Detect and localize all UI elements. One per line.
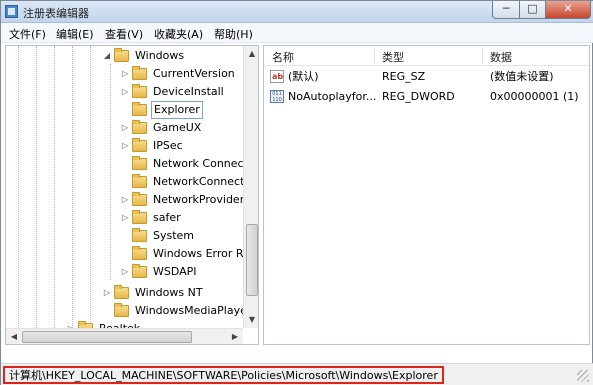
expand-arrow-icon[interactable]: ▷ (102, 284, 112, 302)
tree-node-label: Network Connect (153, 157, 248, 170)
value-type: REG_SZ (382, 70, 426, 83)
value-name: NoAutoplayfor... (288, 90, 377, 103)
value-type: REG_DWORD (382, 90, 455, 103)
menu-bar: 文件(F) 编辑(E) 查看(V) 收藏夹(A) 帮助(H) (1, 23, 593, 43)
expand-arrow-icon[interactable]: ▷ (120, 209, 130, 227)
folder-icon (132, 84, 147, 98)
maximize-button[interactable]: □ (519, 1, 546, 19)
string-value-icon: ab (270, 70, 284, 83)
tree-node-label: Windows (135, 49, 185, 62)
expand-arrow-icon[interactable]: ▷ (120, 83, 130, 101)
expand-arrow-icon[interactable]: ▷ (120, 65, 130, 83)
folder-icon (132, 264, 147, 278)
regedit-app-icon (5, 5, 18, 18)
menu-edit[interactable]: 编辑(E) (56, 26, 94, 42)
folder-icon (132, 156, 147, 170)
tree-node-label: Windows Error Re (153, 247, 250, 260)
scroll-thumb[interactable] (246, 224, 258, 296)
scroll-left-arrow-icon[interactable]: ◀ (6, 329, 22, 344)
folder-icon (132, 246, 147, 260)
tree-node-label: safer (153, 211, 181, 224)
title-bar: 注册表编辑器 ─ □ ✕ (1, 1, 593, 23)
status-bar: 计算机\HKEY_LOCAL_MACHINE\SOFTWARE\Policies… (1, 363, 593, 385)
menu-view[interactable]: 查看(V) (105, 26, 143, 42)
collapse-arrow-icon[interactable]: ◢ (102, 47, 112, 65)
folder-icon (114, 48, 129, 62)
tree-node-label: CurrentVersion (153, 67, 235, 80)
tree-node-label: DeviceInstall (153, 85, 224, 98)
list-header: 名称 类型 数据 (264, 46, 589, 66)
column-header-name[interactable]: 名称 (272, 49, 294, 65)
scroll-right-arrow-icon[interactable]: ▶ (227, 329, 243, 344)
folder-icon (132, 120, 147, 134)
menu-file[interactable]: 文件(F) (9, 26, 46, 42)
minimize-button[interactable]: ─ (492, 1, 520, 19)
menu-help[interactable]: 帮助(H) (214, 26, 253, 42)
scroll-thumb[interactable] (22, 331, 192, 343)
open-folder-icon (132, 102, 147, 116)
tree-vertical-scrollbar[interactable]: ▲ ▼ (243, 46, 258, 328)
resize-grip-icon[interactable] (577, 370, 589, 382)
registry-values-list[interactable]: 名称 类型 数据 ab (默认) REG_SZ (数值未设置) 011 110 … (263, 45, 590, 345)
tree-guide-lines (6, 46, 111, 344)
column-header-data[interactable]: 数据 (490, 49, 512, 65)
value-name: (默认) (288, 70, 319, 83)
tree-node-label: GameUX (153, 121, 202, 134)
tree-node-label: Windows NT (135, 286, 203, 299)
expand-arrow-icon[interactable]: ▷ (120, 263, 130, 281)
tree-node-label: IPSec (153, 139, 183, 152)
folder-icon (114, 285, 129, 299)
tree-node-label: WSDAPI (153, 265, 197, 278)
folder-icon (132, 174, 147, 188)
menu-favorites[interactable]: 收藏夹(A) (154, 26, 203, 42)
expand-arrow-icon[interactable]: ▷ (120, 191, 130, 209)
tree-node-label: Explorer (151, 101, 203, 119)
folder-icon (132, 228, 147, 242)
tree-node-label: WindowsMediaPlaye (135, 304, 247, 317)
tree-node-label: NetworkProvider (153, 193, 245, 206)
registry-editor-window: 注册表编辑器 ─ □ ✕ 文件(F) 编辑(E) 查看(V) 收藏夹(A) 帮助… (0, 0, 593, 385)
folder-icon (132, 66, 147, 80)
folder-icon (132, 138, 147, 152)
value-row[interactable]: 011 110 NoAutoplayfor... REG_DWORD 0x000… (264, 88, 589, 106)
expand-arrow-icon[interactable]: ▷ (120, 119, 130, 137)
status-key-path: 计算机\HKEY_LOCAL_MACHINE\SOFTWARE\Policies… (3, 366, 444, 384)
scroll-down-arrow-icon[interactable]: ▼ (244, 312, 258, 328)
value-data: 0x00000001 (1) (490, 90, 579, 103)
expand-arrow-icon[interactable]: ▷ (120, 137, 130, 155)
registry-key-tree[interactable]: ◢ Windows ▷ CurrentVersion ▷ DeviceInsta… (5, 45, 259, 345)
window-title: 注册表编辑器 (23, 7, 89, 20)
tree-node-label: NetworkConnectiv (153, 175, 254, 188)
tree-node-label: System (153, 229, 195, 242)
value-row[interactable]: ab (默认) REG_SZ (数值未设置) (264, 68, 589, 86)
folder-icon (132, 210, 147, 224)
scroll-up-arrow-icon[interactable]: ▲ (244, 46, 258, 62)
value-data: (数值未设置) (490, 70, 554, 83)
folder-icon (114, 303, 129, 317)
tree-horizontal-scrollbar[interactable]: ◀ ▶ (6, 328, 243, 344)
folder-icon (132, 192, 147, 206)
column-header-type[interactable]: 类型 (382, 49, 404, 65)
dword-value-icon: 011 110 (270, 90, 284, 103)
close-button[interactable]: ✕ (545, 1, 591, 19)
